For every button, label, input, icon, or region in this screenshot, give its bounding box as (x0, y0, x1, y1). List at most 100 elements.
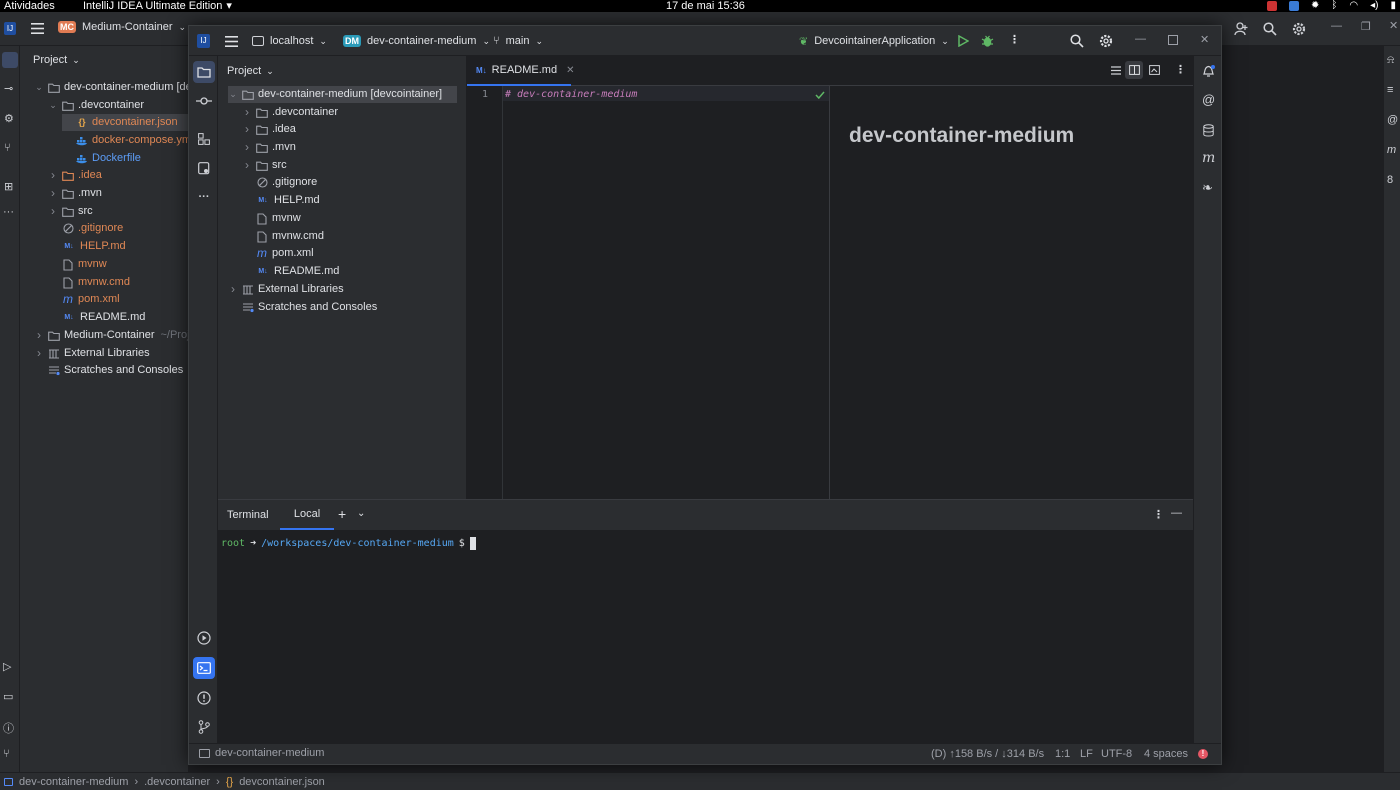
chevron-right-icon[interactable]: › (48, 167, 58, 184)
tree-node[interactable]: › External Libraries (228, 281, 344, 298)
file-encoding[interactable]: UTF-8 (1101, 748, 1132, 760)
maven-icon[interactable]: m (1387, 144, 1396, 156)
plugins-icon[interactable]: ⚙ (4, 112, 14, 125)
chevron-down-icon[interactable]: ⌄ (34, 79, 44, 96)
commit-tool-button[interactable] (193, 90, 215, 112)
error-indicator-icon[interactable]: ! (1198, 749, 1208, 759)
preview-only-mode-icon[interactable] (1149, 65, 1160, 75)
panel-title[interactable]: Project ⌄ (227, 65, 274, 77)
activities-button[interactable]: Atividades (4, 0, 55, 12)
system-tray[interactable]: ✹ ᛒ ◠ ◂) ▮ (1267, 0, 1396, 12)
more-options-icon[interactable]: ⋮ (1153, 508, 1164, 521)
more-icon[interactable]: ⋮ (1175, 63, 1186, 76)
shield-icon[interactable] (1289, 1, 1299, 11)
new-terminal-tab-icon[interactable]: + (338, 506, 346, 522)
network-status[interactable]: (D) ↑158 B/s / ↓314 B/s (931, 748, 1044, 760)
tree-node[interactable]: mvnw.cmd (48, 274, 130, 291)
hide-panel-icon[interactable]: — (1171, 507, 1182, 519)
run-tool-button[interactable] (193, 627, 215, 649)
tree-node[interactable]: Dockerfile (62, 150, 141, 167)
chevron-right-icon[interactable]: › (242, 121, 252, 138)
tree-node[interactable]: › External Libraries (34, 345, 150, 362)
chevron-down-icon[interactable]: ⌄ (228, 86, 238, 103)
tree-node[interactable]: › .mvn (48, 185, 102, 202)
tree-node[interactable]: m pom.xml (242, 245, 314, 262)
bluetooth-icon[interactable]: ᛒ (1331, 0, 1337, 12)
database-icon[interactable] (1203, 124, 1214, 137)
add-user-icon[interactable] (1234, 22, 1248, 36)
tree-node[interactable]: › Medium-Container ~/Proje (34, 327, 196, 344)
tree-node[interactable]: mvnw (48, 256, 107, 273)
indent-settings[interactable]: 4 spaces (1144, 748, 1188, 760)
settings-gear-icon[interactable] (1099, 34, 1113, 48)
inspection-ok-icon[interactable] (815, 91, 825, 99)
terminal-tool-button[interactable] (193, 657, 215, 679)
tree-node[interactable]: M↓ README.md (48, 309, 145, 326)
ai-assistant-icon[interactable]: @ (1202, 92, 1215, 107)
tree-node[interactable]: › src (242, 157, 287, 174)
git-icon[interactable]: ⑂ (3, 748, 10, 760)
minimize-icon[interactable]: — (1331, 20, 1342, 32)
main-menu-icon[interactable] (225, 36, 238, 47)
chevron-down-icon[interactable]: ⌄ (357, 508, 365, 519)
close-tab-icon[interactable]: ✕ (566, 65, 574, 76)
tree-node[interactable]: › src (48, 203, 93, 220)
tree-node[interactable]: M↓ HELP.md (242, 192, 319, 209)
chevron-right-icon[interactable]: › (34, 345, 44, 362)
split-mode-button[interactable] (1125, 61, 1143, 79)
chevron-right-icon[interactable]: › (48, 185, 58, 202)
pull-requests-icon[interactable]: ⑂ (4, 142, 11, 154)
editor-tab-readme[interactable]: M↓ README.md ✕ (467, 56, 574, 86)
project-tool-button[interactable] (193, 61, 215, 83)
chevron-right-icon[interactable]: › (228, 281, 238, 298)
problems-tool-button[interactable] (193, 687, 215, 709)
gradle-icon[interactable]: 8 (1387, 174, 1393, 186)
line-separator[interactable]: LF (1080, 748, 1093, 760)
more-tools-icon[interactable]: ··· (193, 186, 215, 208)
more-actions-icon[interactable]: ⋮ (1009, 33, 1020, 46)
database-icon[interactable]: ≡ (1387, 84, 1393, 96)
wifi-icon[interactable]: ◠ (1349, 0, 1358, 12)
restore-icon[interactable]: ❐ (1361, 20, 1371, 33)
structure-icon[interactable]: ⊞ (4, 180, 13, 193)
breadcrumb-item[interactable]: dev-container-medium (19, 776, 128, 788)
tree-node[interactable]: .gitignore (242, 174, 317, 191)
chevron-right-icon[interactable]: › (242, 104, 252, 121)
tree-node[interactable]: › .devcontainer (242, 104, 338, 121)
chevron-down-icon[interactable]: ⌄ (48, 97, 58, 114)
debug-icon[interactable] (981, 34, 994, 48)
more-icon[interactable]: ··· (3, 206, 14, 218)
notifications-icon[interactable]: ⍾ (1387, 54, 1394, 67)
tree-node[interactable]: mvnw (242, 210, 301, 227)
battery-icon[interactable]: ▮ (1390, 0, 1396, 12)
tree-node[interactable]: › .idea (48, 167, 102, 184)
brightness-icon[interactable]: ✹ (1311, 0, 1319, 12)
search-icon[interactable] (1070, 34, 1084, 48)
tree-node[interactable]: .gitignore (48, 220, 123, 237)
minimize-icon[interactable]: — (1135, 33, 1146, 45)
chevron-right-icon[interactable]: › (48, 203, 58, 220)
run-icon[interactable] (957, 35, 969, 47)
tree-node[interactable]: {} devcontainer.json (62, 114, 198, 131)
breadcrumb-item[interactable]: devcontainer.json (239, 776, 325, 788)
maven-icon[interactable]: m (1202, 150, 1215, 166)
tree-node[interactable]: ⌄ .devcontainer (48, 97, 144, 114)
code-line[interactable]: # dev-container-medium (505, 89, 637, 100)
tree-node[interactable]: mvnw.cmd (242, 228, 324, 245)
remote-host-switcher[interactable]: localhost ⌄ (252, 26, 327, 56)
chevron-right-icon[interactable]: › (242, 157, 252, 174)
code-editor[interactable]: 1 # dev-container-medium (467, 86, 829, 499)
gradle-icon[interactable]: ❧ (1202, 180, 1213, 196)
caret-position[interactable]: 1:1 (1055, 748, 1070, 760)
commit-icon[interactable]: ⊸ (4, 82, 13, 95)
problems-icon[interactable]: ⓘ (3, 720, 14, 736)
project-tool-icon[interactable] (2, 52, 18, 68)
tree-node[interactable]: › .mvn (242, 139, 296, 156)
terminal-tab-local[interactable]: Local (280, 500, 334, 530)
maximize-icon[interactable] (1168, 35, 1178, 45)
settings-gear-icon[interactable] (1292, 22, 1306, 36)
tree-node[interactable]: docker-compose.ym (62, 132, 191, 149)
run-configuration-selector[interactable]: ❦ DevcointainerApplication ⌄ (799, 26, 949, 56)
bg-project-switcher[interactable]: MC Medium-Container ⌄ (58, 21, 186, 33)
close-icon[interactable]: ✕ (1200, 33, 1209, 46)
